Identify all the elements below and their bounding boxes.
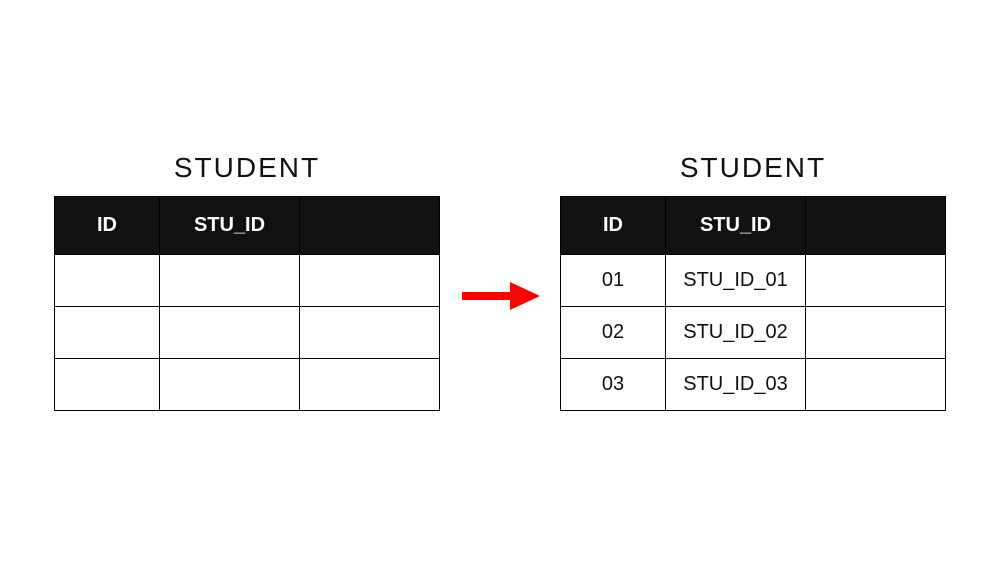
arrow-wrap	[460, 266, 540, 326]
header-id: ID	[561, 196, 666, 254]
table-row	[55, 254, 440, 306]
cell: 03	[561, 358, 666, 410]
cell	[806, 254, 946, 306]
header-stuid: STU_ID	[160, 196, 300, 254]
cell: STU_ID_03	[666, 358, 806, 410]
left-table: ID STU_ID	[54, 196, 440, 411]
table-row: 02 STU_ID_02	[561, 306, 946, 358]
cell	[806, 358, 946, 410]
arrow-icon	[460, 276, 540, 316]
cell	[160, 254, 300, 306]
left-table-block: STUDENT ID STU_ID	[54, 152, 440, 411]
diagram-container: STUDENT ID STU_ID	[0, 0, 1000, 562]
table-header-row: ID STU_ID	[561, 196, 946, 254]
table-row	[55, 306, 440, 358]
right-table-block: STUDENT ID STU_ID 01 STU_ID_01 02 STU_ID…	[560, 152, 946, 411]
right-table-title: STUDENT	[680, 152, 826, 184]
cell	[300, 358, 440, 410]
cell: 02	[561, 306, 666, 358]
right-table: ID STU_ID 01 STU_ID_01 02 STU_ID_02 03	[560, 196, 946, 411]
cell	[160, 358, 300, 410]
cell	[55, 254, 160, 306]
table-header-row: ID STU_ID	[55, 196, 440, 254]
header-blank	[806, 196, 946, 254]
header-blank	[300, 196, 440, 254]
cell	[300, 254, 440, 306]
table-row: 01 STU_ID_01	[561, 254, 946, 306]
table-row: 03 STU_ID_03	[561, 358, 946, 410]
left-table-title: STUDENT	[174, 152, 320, 184]
header-id: ID	[55, 196, 160, 254]
cell: STU_ID_02	[666, 306, 806, 358]
cell	[806, 306, 946, 358]
cell: STU_ID_01	[666, 254, 806, 306]
header-stuid: STU_ID	[666, 196, 806, 254]
cell	[160, 306, 300, 358]
cell: 01	[561, 254, 666, 306]
cell	[55, 306, 160, 358]
cell	[55, 358, 160, 410]
cell	[300, 306, 440, 358]
table-row	[55, 358, 440, 410]
